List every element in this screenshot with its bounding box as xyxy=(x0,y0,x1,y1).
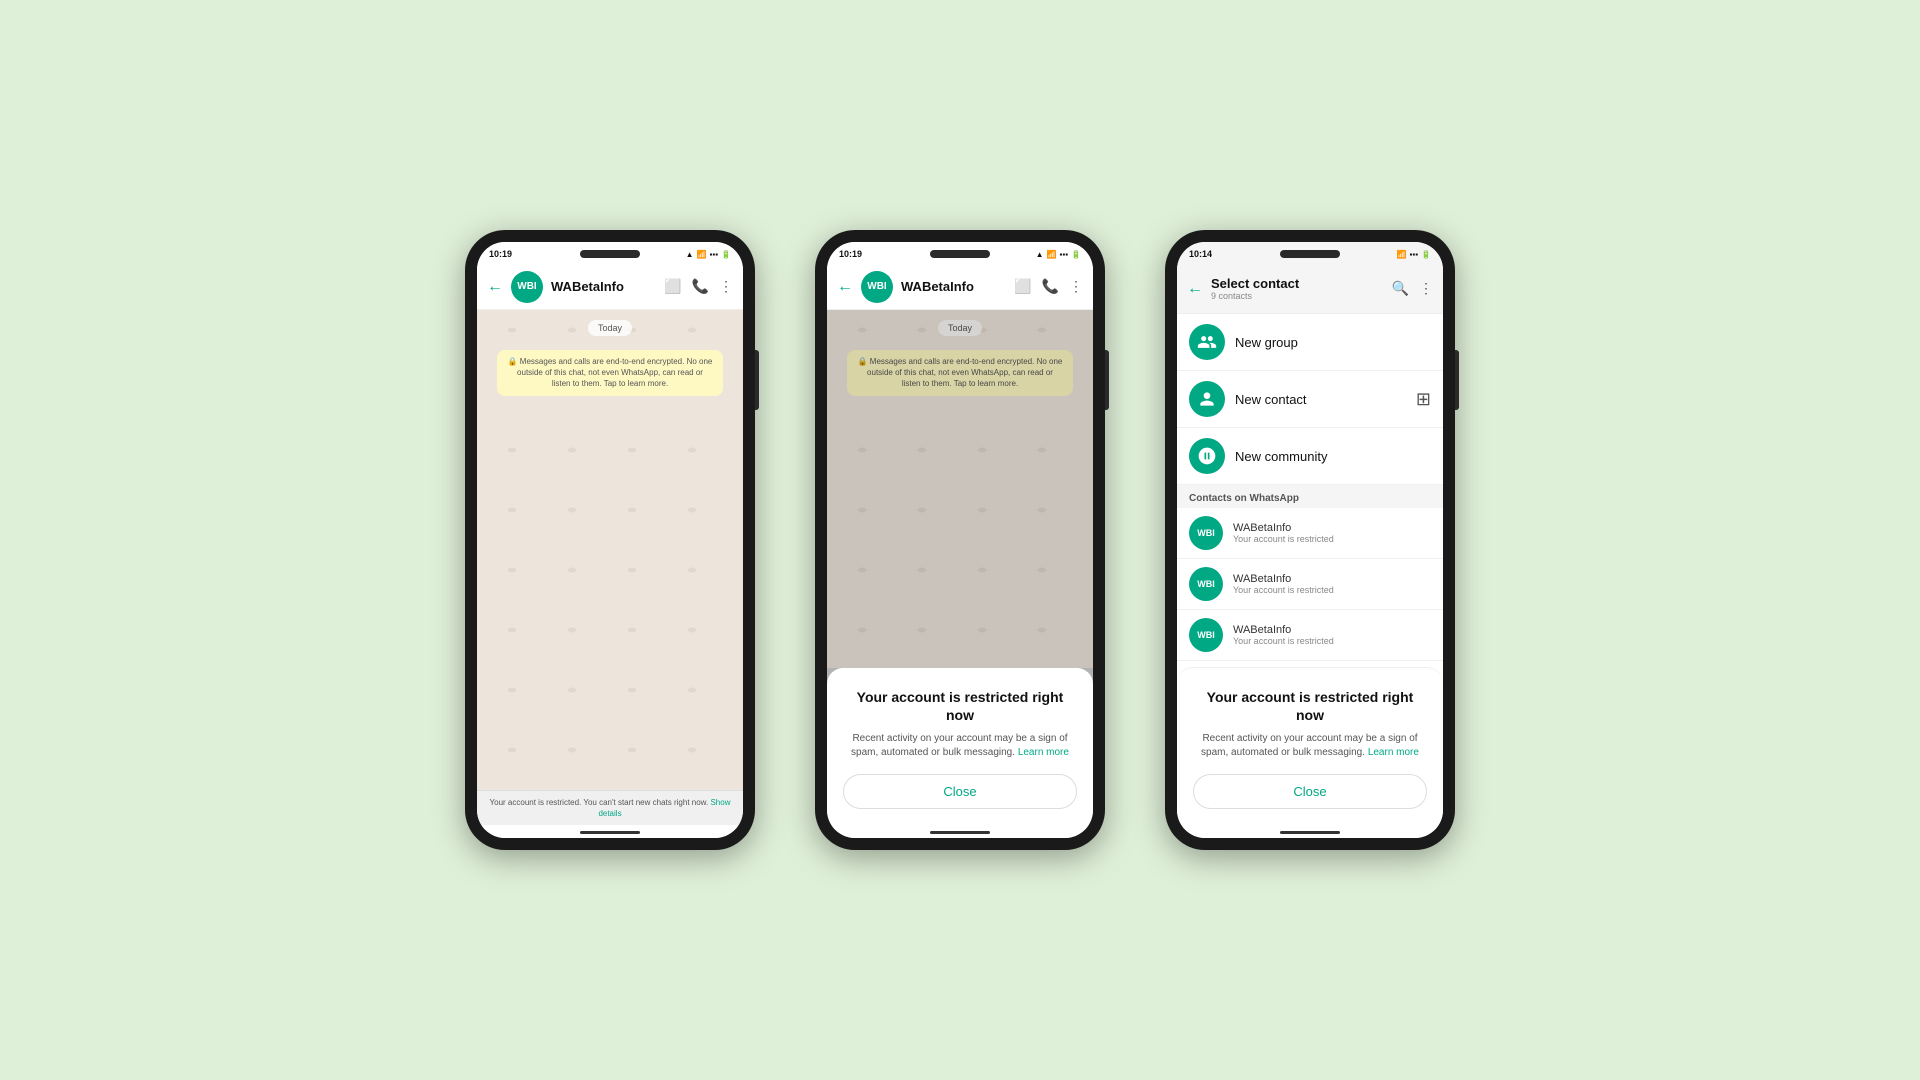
new-community-label: New community xyxy=(1235,449,1327,464)
contact-avatar-0: WBI xyxy=(1189,516,1223,550)
select-header-3: ← Select contact 9 contacts 🔍 ⋮ xyxy=(1177,264,1443,314)
chat-title-2[interactable]: WABetaInfo xyxy=(901,279,1006,294)
home-bar-2 xyxy=(827,825,1093,838)
status-bar-2: 10:19 ▲ 📶 ▪▪▪ 🔋 xyxy=(827,242,1093,264)
alert-icon-2: ▲ xyxy=(1036,250,1044,259)
modal-desc-2: Recent activity on your account may be a… xyxy=(843,732,1077,760)
modal-overlay-2: Your account is restricted right now Rec… xyxy=(827,668,1093,825)
signal-icon-3: ▪▪▪ xyxy=(1410,250,1419,259)
video-icon-1[interactable]: ⬜ xyxy=(664,278,681,295)
contact-name-2: WABetaInfo xyxy=(1233,624,1334,636)
chat-date-1: Today xyxy=(588,320,632,336)
video-icon-2[interactable]: ⬜ xyxy=(1014,278,1031,295)
phone-3: 10:14 📶 ▪▪▪ 🔋 ← Select contact 9 contact… xyxy=(1165,230,1455,850)
avatar-1: WBI xyxy=(511,271,543,303)
contact-item-2[interactable]: WBI WABetaInfo Your account is restricte… xyxy=(1177,610,1443,661)
restriction-text-1: Your account is restricted. You can't st… xyxy=(490,798,709,807)
contact-name-0: WABetaInfo xyxy=(1233,522,1334,534)
signal-icon: ▪▪▪ xyxy=(710,250,719,259)
contact-item-3[interactable]: WBI WABetaInfo Your account is restricte… xyxy=(1177,661,1443,667)
wifi-icon: 📶 xyxy=(697,250,707,259)
home-bar-line-1 xyxy=(580,831,640,834)
back-button-3[interactable]: ← xyxy=(1187,280,1203,298)
back-button-2[interactable]: ← xyxy=(837,278,853,296)
home-bar-1 xyxy=(477,825,743,838)
call-icon-1[interactable]: 📞 xyxy=(692,278,709,295)
call-icon-2[interactable]: 📞 xyxy=(1042,278,1059,295)
qr-icon-3[interactable]: ⊞ xyxy=(1416,389,1431,410)
new-contact-option[interactable]: New contact ⊞ xyxy=(1177,371,1443,428)
status-time-1: 10:19 xyxy=(489,249,512,259)
contact-info-2: WABetaInfo Your account is restricted xyxy=(1233,624,1334,646)
chat-title-1[interactable]: WABetaInfo xyxy=(551,279,656,294)
new-group-option[interactable]: New group xyxy=(1177,314,1443,371)
new-group-icon xyxy=(1189,324,1225,360)
contact-avatar-2: WBI xyxy=(1189,618,1223,652)
phone-1: 10:19 ▲ 📶 ▪▪▪ 🔋 ← WBI WABetaInfo ⬜ 📞 ⋮ T… xyxy=(465,230,755,850)
close-button-2[interactable]: Close xyxy=(843,774,1077,809)
chat-header-1: ← WBI WABetaInfo ⬜ 📞 ⋮ xyxy=(477,264,743,310)
status-time-2: 10:19 xyxy=(839,249,862,259)
chat-header-2: ← WBI WABetaInfo ⬜ 📞 ⋮ xyxy=(827,264,1093,310)
menu-icon-1[interactable]: ⋮ xyxy=(719,278,733,295)
contact-item-1[interactable]: WBI WABetaInfo Your account is restricte… xyxy=(1177,559,1443,610)
new-community-icon xyxy=(1189,438,1225,474)
header-icons-3: 🔍 ⋮ xyxy=(1392,280,1433,297)
contact-item-0[interactable]: WBI WABetaInfo Your account is restricte… xyxy=(1177,508,1443,559)
search-icon-3[interactable]: 🔍 xyxy=(1392,280,1409,297)
avatar-2: WBI xyxy=(861,271,893,303)
modal-desc-3: Recent activity on your account may be a… xyxy=(1193,732,1427,760)
new-contact-icon xyxy=(1189,381,1225,417)
menu-icon-3[interactable]: ⋮ xyxy=(1419,280,1433,297)
contact-status-2: Your account is restricted xyxy=(1233,636,1334,646)
learn-more-link-3[interactable]: Learn more xyxy=(1368,747,1419,758)
header-icons-2: ⬜ 📞 ⋮ xyxy=(1014,278,1083,295)
status-bar-3: 10:14 📶 ▪▪▪ 🔋 xyxy=(1177,242,1443,264)
battery-icon-2: 🔋 xyxy=(1071,250,1081,259)
phone-2: 10:19 ▲ 📶 ▪▪▪ 🔋 ← WBI WABetaInfo ⬜ 📞 ⋮ T… xyxy=(815,230,1105,850)
signal-icon-2: ▪▪▪ xyxy=(1060,250,1069,259)
back-button-1[interactable]: ← xyxy=(487,278,503,296)
home-bar-line-3 xyxy=(1280,831,1340,834)
new-contact-label: New contact xyxy=(1235,392,1307,407)
status-icons-1: ▲ 📶 ▪▪▪ 🔋 xyxy=(686,250,731,259)
contact-status-1: Your account is restricted xyxy=(1233,585,1334,595)
modal-sheet-2: Your account is restricted right now Rec… xyxy=(827,668,1093,825)
close-button-3[interactable]: Close xyxy=(1193,774,1427,809)
header-icons-1: ⬜ 📞 ⋮ xyxy=(664,278,733,295)
menu-icon-2[interactable]: ⋮ xyxy=(1069,278,1083,295)
wifi-icon-3: 📶 xyxy=(1397,250,1407,259)
select-list-3: New group New contact ⊞ New community Co… xyxy=(1177,314,1443,667)
alert-icon: ▲ xyxy=(686,250,694,259)
encryption-msg-1[interactable]: 🔒 Messages and calls are end-to-end encr… xyxy=(497,350,723,396)
contact-name-1: WABetaInfo xyxy=(1233,573,1334,585)
status-bar-1: 10:19 ▲ 📶 ▪▪▪ 🔋 xyxy=(477,242,743,264)
home-bar-line-2 xyxy=(930,831,990,834)
home-bar-3 xyxy=(1177,825,1443,838)
battery-icon: 🔋 xyxy=(721,250,731,259)
status-icons-3: 📶 ▪▪▪ 🔋 xyxy=(1397,250,1431,259)
contacts-section-title: Contacts on WhatsApp xyxy=(1177,485,1443,508)
contact-avatar-1: WBI xyxy=(1189,567,1223,601)
new-group-label: New group xyxy=(1235,335,1298,350)
contact-info-0: WABetaInfo Your account is restricted xyxy=(1233,522,1334,544)
select-title-3: Select contact xyxy=(1211,276,1384,291)
wifi-icon-2: 📶 xyxy=(1047,250,1057,259)
header-text-3: Select contact 9 contacts xyxy=(1211,276,1384,301)
chat-overlay-2 xyxy=(827,310,1093,668)
modal-sheet-3: Your account is restricted right now Rec… xyxy=(1177,667,1443,825)
select-subtitle-3: 9 contacts xyxy=(1211,291,1384,301)
chat-area-1: Today 🔒 Messages and calls are end-to-en… xyxy=(477,310,743,790)
new-community-option[interactable]: New community xyxy=(1177,428,1443,485)
modal-title-3: Your account is restricted right now xyxy=(1193,688,1427,724)
contact-status-0: Your account is restricted xyxy=(1233,534,1334,544)
contact-info-1: WABetaInfo Your account is restricted xyxy=(1233,573,1334,595)
restriction-notice-1: Your account is restricted. You can't st… xyxy=(477,790,743,825)
chat-area-2: Today 🔒 Messages and calls are end-to-en… xyxy=(827,310,1093,668)
battery-icon-3: 🔋 xyxy=(1421,250,1431,259)
modal-title-2: Your account is restricted right now xyxy=(843,688,1077,724)
status-time-3: 10:14 xyxy=(1189,249,1212,259)
status-icons-2: ▲ 📶 ▪▪▪ 🔋 xyxy=(1036,250,1081,259)
learn-more-link-2[interactable]: Learn more xyxy=(1018,747,1069,758)
